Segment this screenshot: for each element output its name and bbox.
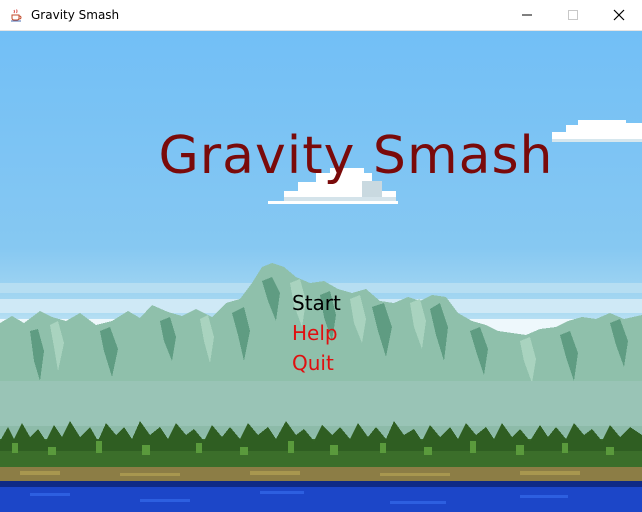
menu-item-start[interactable]: Start: [292, 288, 341, 318]
game-window: Gravity Smash Gravity Smash Start Help Q…: [0, 0, 642, 512]
minimize-icon: [522, 14, 532, 16]
java-cup-icon: [9, 8, 23, 22]
close-icon: [613, 9, 625, 21]
game-canvas[interactable]: Gravity Smash Start Help Quit: [0, 31, 642, 512]
maximize-button[interactable]: [550, 0, 596, 30]
title-bar[interactable]: Gravity Smash: [0, 0, 642, 31]
maximize-icon: [568, 10, 578, 20]
minimize-button[interactable]: [504, 0, 550, 30]
game-title: Gravity Smash: [158, 126, 554, 186]
background-scene: [0, 31, 642, 512]
menu-item-help[interactable]: Help: [292, 318, 341, 348]
menu-item-quit[interactable]: Quit: [292, 348, 341, 378]
main-menu: Start Help Quit: [292, 288, 341, 378]
window-title: Gravity Smash: [31, 8, 120, 22]
close-button[interactable]: [596, 0, 642, 30]
